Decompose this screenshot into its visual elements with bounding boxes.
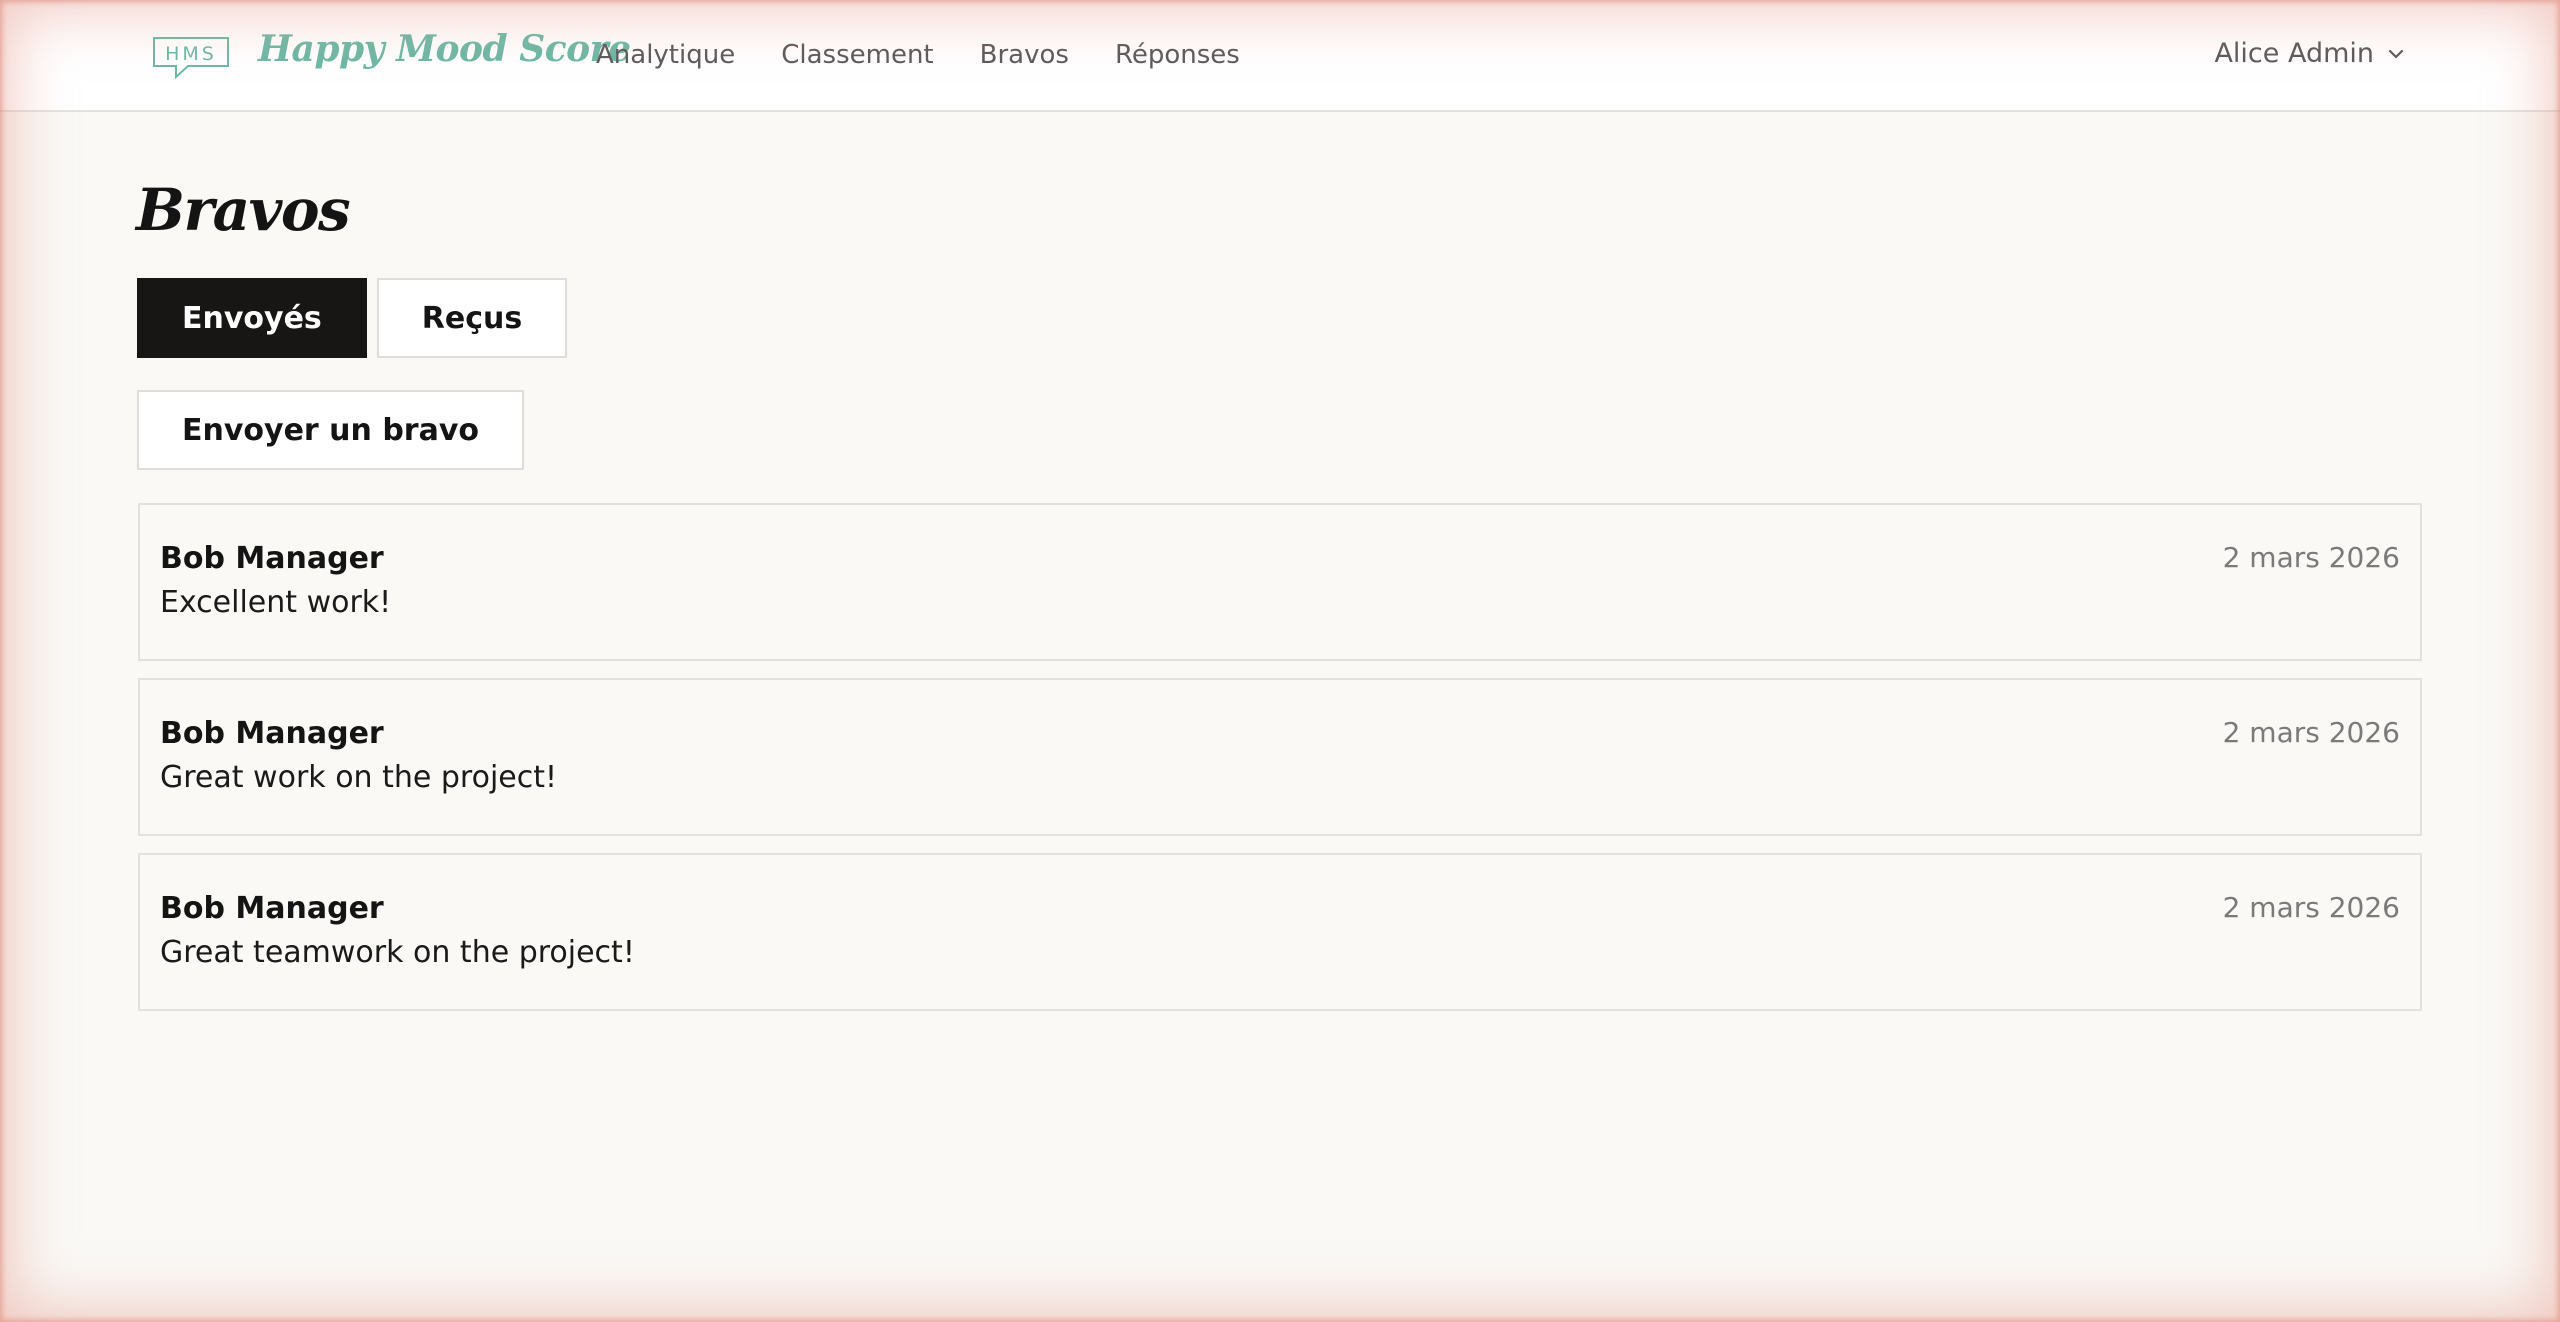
bravo-date: 2 mars 2026 — [2222, 541, 2400, 574]
bravo-card: Bob Manager 2 mars 2026 Excellent work! — [138, 503, 2422, 661]
bravo-date: 2 mars 2026 — [2222, 716, 2400, 749]
bravo-message: Excellent work! — [160, 585, 392, 620]
bravo-sender: Bob Manager — [160, 541, 384, 576]
tab-recus[interactable]: Reçus — [376, 278, 568, 358]
nav-item-classement[interactable]: Classement — [781, 40, 933, 70]
bravo-tabs: Envoyés Reçus — [137, 278, 568, 358]
page-title: Bravos — [136, 176, 351, 244]
brand-name[interactable]: Happy Mood Score — [258, 28, 631, 70]
user-name: Alice Admin — [2214, 38, 2374, 69]
nav-item-bravos[interactable]: Bravos — [980, 40, 1069, 70]
top-navbar: HMS Happy Mood Score Analytique Classeme… — [0, 0, 2560, 112]
bravo-date: 2 mars 2026 — [2222, 891, 2400, 924]
user-menu[interactable]: Alice Admin — [2214, 38, 2406, 69]
logo-text: HMS — [165, 43, 217, 65]
bravo-card: Bob Manager 2 mars 2026 Great teamwork o… — [138, 853, 2422, 1011]
bravo-message: Great teamwork on the project! — [160, 935, 635, 970]
bravo-message: Great work on the project! — [160, 760, 558, 795]
bravo-sender: Bob Manager — [160, 891, 384, 926]
bravo-sender: Bob Manager — [160, 716, 384, 751]
main-nav: Analytique Classement Bravos Réponses — [596, 40, 1240, 70]
nav-item-analytique[interactable]: Analytique — [596, 40, 735, 70]
bravo-list: Bob Manager 2 mars 2026 Excellent work! … — [138, 503, 2422, 1028]
chevron-down-icon — [2388, 49, 2404, 58]
nav-item-reponses[interactable]: Réponses — [1115, 40, 1240, 70]
send-bravo-button[interactable]: Envoyer un bravo — [137, 390, 524, 470]
hms-logo-icon[interactable]: HMS — [152, 36, 230, 80]
tab-envoyes[interactable]: Envoyés — [137, 278, 367, 358]
bravo-card: Bob Manager 2 mars 2026 Great work on th… — [138, 678, 2422, 836]
